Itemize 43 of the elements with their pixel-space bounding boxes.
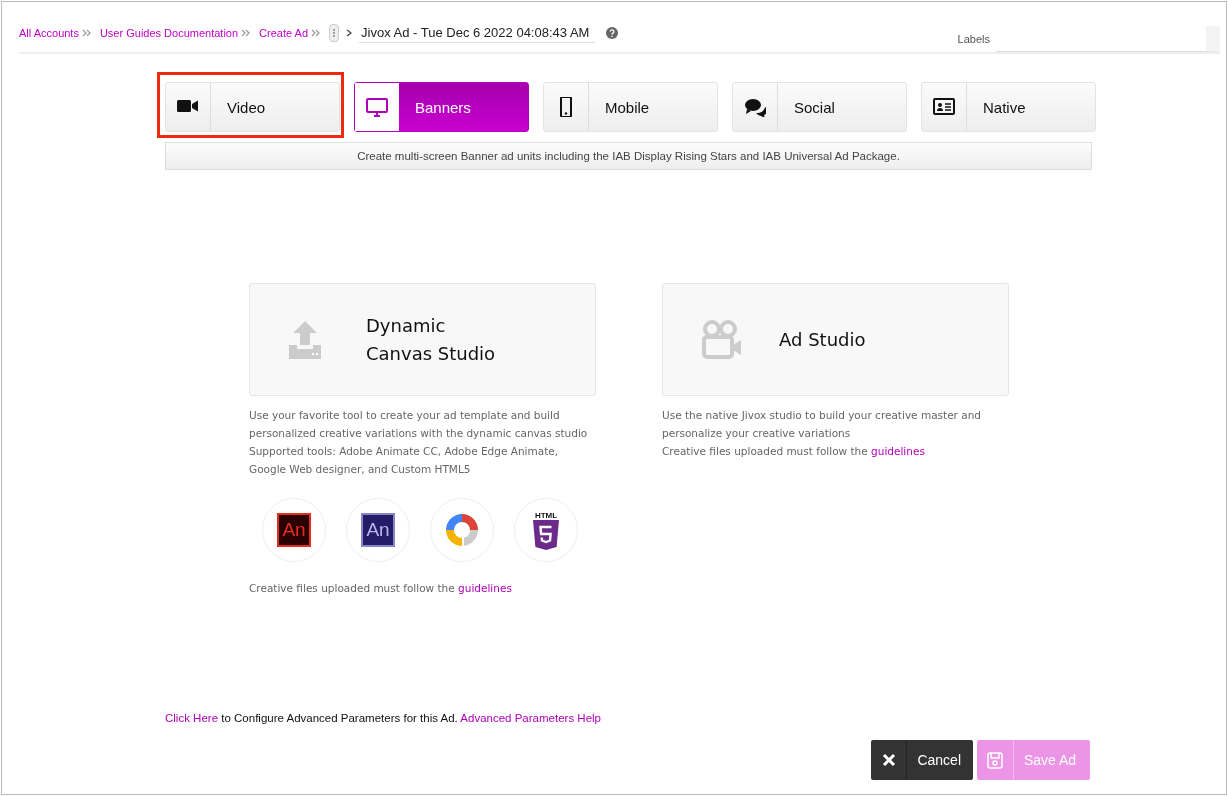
description-text: Use the native Jivox studio to build your creative master and: [662, 408, 983, 423]
media-tab[interactable]: Video: [165, 82, 340, 132]
breadcrumb-link[interactable]: User Guides Documentation: [99, 27, 239, 39]
breadcrumb-link[interactable]: Create Ad: [259, 27, 309, 39]
media-tab[interactable]: Mobile: [543, 82, 718, 132]
chevron-icon: [346, 29, 353, 37]
guidelines-link[interactable]: guidelines: [458, 582, 512, 594]
media-tab[interactable]: Native: [921, 82, 1096, 132]
app-logo: An: [277, 513, 311, 547]
guidelines-link[interactable]: guidelines: [871, 445, 925, 457]
app-logo: An: [361, 513, 395, 547]
studio-option-card[interactable]: Ad Studio: [662, 283, 1009, 396]
shield-five-icon: [532, 519, 560, 550]
click-here-link[interactable]: Click Here: [165, 712, 219, 724]
help-icon: [606, 27, 619, 39]
advanced-text: to Configure Advanced Parameters for this Ad.: [221, 712, 458, 724]
media-tab[interactable]: Social: [732, 82, 907, 132]
double-chevron-icon: [311, 29, 321, 37]
description-text: personalized creative variations with the dynamic canvas studio: [249, 426, 589, 441]
cancel-button[interactable]: Cancel: [871, 740, 973, 780]
ring-logo-icon: [444, 512, 480, 548]
id-card-icon: [933, 97, 955, 117]
chat-bubbles-icon: [744, 97, 766, 117]
media-tab[interactable]: Banners: [354, 82, 529, 132]
ellipsis-icon: [332, 28, 337, 38]
guideline-note: Creative files uploaded must follow the: [249, 582, 455, 594]
double-chevron-icon: [81, 29, 91, 37]
double-chevron-icon: [241, 29, 251, 37]
labels-label: Labels: [957, 33, 990, 45]
more-button[interactable]: [329, 24, 340, 42]
description-text: Use your favorite tool to create your ad template and build: [249, 408, 561, 423]
tab-description: Create multi-screen Banner ad units including the IAB Display Rising Stars and IAB Universal Ad Package.: [165, 142, 1092, 170]
description-text: Google Web designer, and Custom HTML5: [249, 462, 472, 477]
close-icon: [881, 753, 896, 767]
film-camera-icon: [700, 318, 744, 361]
breadcrumb-link[interactable]: All Accounts: [19, 27, 79, 39]
guideline-note: Creative files uploaded must follow the: [662, 445, 868, 457]
description-text: Supported tools: Adobe Animate CC, Adobe Edge Animate,: [249, 444, 560, 459]
monitor-icon: [366, 97, 388, 117]
html-label: HTML: [534, 510, 558, 520]
studio-option-card[interactable]: Dynamic Canvas Studio: [249, 283, 596, 396]
description-text: personalize your creative variations: [662, 426, 852, 441]
advanced-help-link[interactable]: Advanced Parameters Help: [460, 712, 601, 724]
